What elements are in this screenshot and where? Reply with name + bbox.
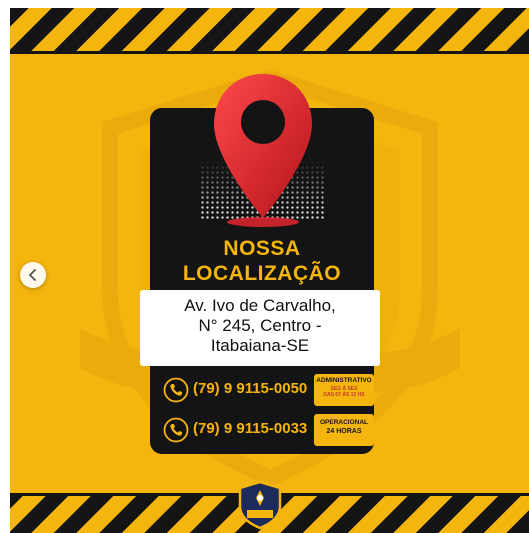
operational-hours-tag: OPERACIONAL 24 HORAS xyxy=(314,414,374,446)
admin-hours-tag: ADMINISTRATIVO SEG À SEX DAS 07 ÀS 12 HS xyxy=(314,374,374,406)
contact-row-operational: (79) 9 9115-0033 OPERACIONAL 24 HORAS xyxy=(163,414,378,446)
headline-line-1: NOSSA xyxy=(223,237,301,260)
chevron-left-icon xyxy=(29,269,36,281)
location-pin-icon xyxy=(214,74,312,227)
headline: NOSSA LOCALIZAÇÃO xyxy=(150,236,374,286)
contact-row-admin: (79) 9 9115-0050 ADMINISTRATIVO SEG À SE… xyxy=(163,374,378,406)
phone-number: (79) 9 9115-0033 xyxy=(193,420,308,437)
hazard-stripes-top xyxy=(10,8,529,54)
tag-hours: DAS 07 ÀS 12 HS xyxy=(323,392,365,398)
phone-icon xyxy=(163,417,189,443)
address-line-3: Itabaiana-SE xyxy=(210,336,310,355)
address-line-1: Av. Ivo de Carvalho, xyxy=(184,296,336,315)
tag-title: OPERACIONAL xyxy=(319,419,369,426)
address-box: Av. Ivo de Carvalho, N° 245, Centro - It… xyxy=(140,290,380,366)
tag-hours: 24 HORAS xyxy=(326,428,362,435)
tag-title: ADMINISTRATIVO xyxy=(316,377,372,384)
phone-number: (79) 9 9115-0050 xyxy=(193,380,308,397)
security-shield-badge xyxy=(238,480,282,530)
phone-icon xyxy=(163,377,189,403)
address-line-2: N° 245, Centro - xyxy=(198,316,322,335)
headline-line-2: LOCALIZAÇÃO xyxy=(182,262,342,285)
carousel-prev-button[interactable] xyxy=(20,262,46,288)
